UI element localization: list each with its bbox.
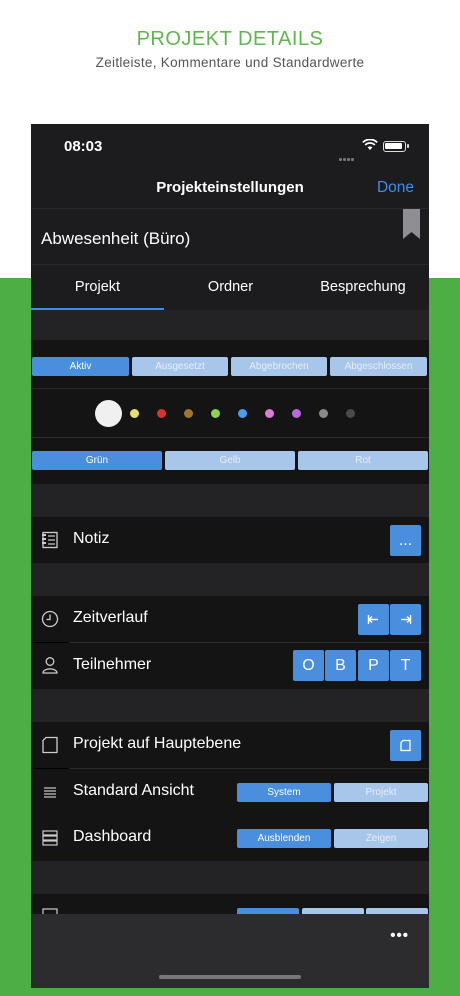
tab-bar: Projekt Ordner Besprechung <box>31 264 429 311</box>
participant-b-button[interactable]: B <box>325 650 356 681</box>
zeitverlauf-label: Zeitverlauf <box>73 609 148 626</box>
arrow-to-end-icon <box>401 615 412 624</box>
hauptebene-row[interactable]: Projekt auf Hauptebene <box>31 722 429 768</box>
more-button[interactable]: ••• <box>390 927 409 944</box>
tab-projekt[interactable]: Projekt <box>31 265 164 311</box>
battery-icon <box>383 141 409 152</box>
ansicht-label: Standard Ansicht <box>73 782 194 799</box>
nav-title: Projekteinstellungen <box>156 179 304 196</box>
promo-title: PROJEKT DETAILS <box>136 28 324 50</box>
section-gap <box>31 310 429 340</box>
nav-bar: Projekteinstellungen Done <box>31 170 429 208</box>
status-row: Aktiv Ausgesetzt Abgebrochen Abgeschloss… <box>31 340 429 388</box>
stack-icon <box>42 830 58 846</box>
color-swatch-purple[interactable] <box>292 409 301 418</box>
page-icon <box>42 736 58 754</box>
notiz-row[interactable]: Notiz ... <box>31 517 429 563</box>
clock-icon <box>41 610 59 628</box>
phone-screen: 08:03 Projekteinstellungen Done Abwesenh… <box>31 124 429 988</box>
color-swatch-pink[interactable] <box>265 409 274 418</box>
section-gap <box>31 484 429 517</box>
ansicht-row[interactable]: Standard Ansicht System Projekt <box>31 769 429 815</box>
zeitverlauf-row[interactable]: Zeitverlauf <box>31 596 429 642</box>
color-row <box>31 389 429 437</box>
color-swatch-yellow[interactable] <box>130 409 139 418</box>
priority-row: Grün Gelb Rot <box>31 438 429 484</box>
arrow-to-start-icon <box>367 615 378 624</box>
dashboard-zeigen[interactable]: Zeigen <box>334 829 428 848</box>
ansicht-projekt[interactable]: Projekt <box>334 783 428 802</box>
participant-o-button[interactable]: O <box>293 650 324 681</box>
status-ausgesetzt[interactable]: Ausgesetzt <box>132 357 228 376</box>
teilnehmer-label: Teilnehmer <box>73 656 152 673</box>
timeline-start-button[interactable] <box>358 604 389 635</box>
notiz-more-button[interactable]: ... <box>390 525 421 556</box>
color-swatch-gray[interactable] <box>319 409 328 418</box>
project-name-field[interactable]: Abwesenheit (Büro) <box>31 208 429 264</box>
teilnehmer-row[interactable]: Teilnehmer O B P T <box>31 643 429 689</box>
section-gap <box>31 689 429 722</box>
hauptebene-label: Projekt auf Hauptebene <box>73 735 242 752</box>
section-gap <box>31 563 429 596</box>
dashboard-row[interactable]: Dashboard Ausblenden Zeigen <box>31 815 429 861</box>
status-time: 08:03 <box>64 138 103 155</box>
wifi-icon <box>362 139 378 150</box>
timeline-end-button[interactable] <box>390 604 421 635</box>
partial-row <box>31 894 429 927</box>
done-button[interactable]: Done <box>377 179 414 197</box>
color-swatch-selected[interactable] <box>95 400 122 427</box>
hauptebene-toggle-button[interactable] <box>390 730 421 761</box>
person-icon <box>42 657 58 674</box>
section-gap <box>31 861 429 894</box>
tab-besprechung[interactable]: Besprechung <box>297 265 429 311</box>
status-abgeschlossen[interactable]: Abgeschlossen <box>330 357 427 376</box>
participant-p-button[interactable]: P <box>358 650 389 681</box>
lines-icon <box>44 787 56 798</box>
promo-subtitle: Zeitleiste, Kommentare und Standardwerte <box>95 55 365 70</box>
status-aktiv[interactable]: Aktiv <box>32 357 129 376</box>
bookmark-icon[interactable] <box>403 209 420 239</box>
bottom-toolbar: ••• <box>31 914 429 988</box>
color-swatch-dark[interactable] <box>346 409 355 418</box>
color-swatch-blue[interactable] <box>238 409 247 418</box>
color-swatch-green[interactable] <box>211 409 220 418</box>
color-swatch-red[interactable] <box>157 409 166 418</box>
color-swatch-brown[interactable] <box>184 409 193 418</box>
status-abgebrochen[interactable]: Abgebrochen <box>231 357 327 376</box>
dashboard-ausblenden[interactable]: Ausblenden <box>237 829 331 848</box>
tab-ordner[interactable]: Ordner <box>164 265 297 311</box>
participant-t-button[interactable]: T <box>390 650 421 681</box>
ansicht-system[interactable]: System <box>237 783 331 802</box>
priority-gelb[interactable]: Gelb <box>165 451 295 470</box>
signal-icon <box>339 148 357 161</box>
page-icon <box>400 739 411 752</box>
notiz-label: Notiz <box>73 530 110 547</box>
dashboard-label: Dashboard <box>73 828 152 845</box>
home-indicator <box>159 975 301 979</box>
notebook-icon <box>42 531 58 549</box>
status-bar: 08:03 <box>31 124 429 170</box>
priority-gruen[interactable]: Grün <box>32 451 162 470</box>
priority-rot[interactable]: Rot <box>298 451 428 470</box>
project-name: Abwesenheit (Büro) <box>41 229 191 248</box>
